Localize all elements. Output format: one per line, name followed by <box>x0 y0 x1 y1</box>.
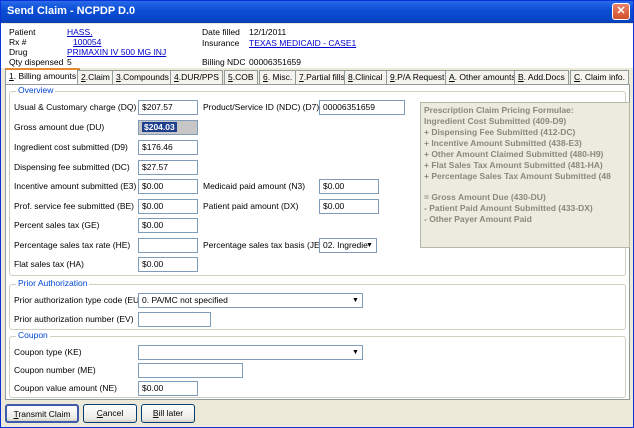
coupon-number-label: Coupon number (ME) <box>14 365 96 375</box>
tab-clinical[interactable]: 8.Clinical <box>344 70 387 85</box>
formula-line: Prescription Claim Pricing Formulae: <box>424 105 574 115</box>
qty-value: 5 <box>67 57 72 67</box>
date-filled-value: 12/1/2011 <box>249 27 287 37</box>
pa-number-label: Prior authorization number (EV) <box>14 314 134 324</box>
ndc-id-label: Product/Service ID (NDC) (D7) <box>203 102 320 112</box>
gross-amount-label: Gross amount due (DU) <box>14 122 105 132</box>
tab-misc[interactable]: 6. Misc. <box>259 70 297 85</box>
patient-paid-label: Patient paid amount (DX) <box>203 201 299 211</box>
chevron-down-icon: ▼ <box>352 297 359 304</box>
patient-paid-field[interactable]: $0.00 <box>319 199 379 214</box>
pct-sales-tax-label: Percent sales tax (GE) <box>14 220 100 230</box>
cancel-button[interactable]: Cancel <box>83 404 137 423</box>
coupon-value-label: Coupon value amount (NE) <box>14 383 118 393</box>
tab-compounds[interactable]: 3.Compounds <box>112 70 173 85</box>
coupon-type-label: Coupon type (KE) <box>14 347 82 357</box>
pa-type-label: Prior authorization type code (EU) <box>14 295 143 305</box>
prior-auth-group: Prior Authorization Prior authorization … <box>9 278 626 330</box>
ingredient-cost-field[interactable]: $176.46 <box>138 140 198 155</box>
overview-legend: Overview <box>16 85 56 95</box>
tax-basis-label: Percentage sales tax basis (JE) <box>203 240 323 250</box>
insurance-label: Insurance <box>202 38 240 48</box>
formula-line: + Percentage Sales Tax Amount Submitted … <box>424 171 611 181</box>
formula-line: Ingredient Cost Submitted (409-D9) <box>424 116 567 126</box>
gross-amount-field[interactable]: $204.03 <box>138 120 198 135</box>
formula-line: = Gross Amount Due (430-DU) <box>424 192 546 202</box>
formula-line: + Incentive Amount Submitted (438-E3) <box>424 138 582 148</box>
ndc-id-field[interactable]: 00006351659 <box>319 100 405 115</box>
overview-group: Overview Usual & Customary charge (DQ) $… <box>9 85 630 276</box>
formula-line: - Other Payer Amount Paid <box>424 214 532 224</box>
formula-line: - Patient Paid Amount Submitted (433-DX) <box>424 203 593 213</box>
prof-fee-label: Prof. service fee submitted (BE) <box>14 201 134 211</box>
formula-line <box>424 182 626 192</box>
pa-number-field[interactable] <box>138 312 211 327</box>
pct-tax-rate-label: Percentage sales tax rate (HE) <box>14 240 131 250</box>
tab-claim[interactable]: 2.Claim <box>77 70 114 85</box>
formula-line: + Flat Sales Tax Amount Submitted (481-H… <box>424 160 603 170</box>
close-icon: ✕ <box>616 5 626 17</box>
tab-pa-request[interactable]: 9.P/A Request <box>386 70 449 85</box>
prof-fee-field[interactable]: $0.00 <box>138 199 198 214</box>
pricing-formula-box: Prescription Claim Pricing Formulae: Ing… <box>420 102 630 248</box>
tab-cob[interactable]: 5.COB <box>224 70 258 85</box>
medicaid-paid-field[interactable]: $0.00 <box>319 179 379 194</box>
drug-link[interactable]: PRIMAXIN IV 500 MG INJ <box>67 47 166 57</box>
tab-billing-amounts[interactable]: 1. Billing amounts <box>5 68 81 85</box>
chevron-down-icon: ▼ <box>352 349 359 356</box>
rx-label: Rx # <box>9 37 27 47</box>
tab-claim-info[interactable]: C. Claim info. <box>570 70 630 85</box>
pct-sales-tax-field[interactable]: $0.00 <box>138 218 198 233</box>
close-button[interactable]: ✕ <box>612 3 630 20</box>
coupon-type-select[interactable]: ▼ <box>138 345 363 360</box>
formula-line: + Dispensing Fee Submitted (412-DC) <box>424 127 576 137</box>
coupon-group: Coupon Coupon type (KE) ▼ Coupon number … <box>9 330 626 398</box>
tab-other-amounts[interactable]: A. Other amounts <box>445 70 520 85</box>
send-claim-window: Send Claim - NCPDP D.0 ✕ Patient HASS, R… <box>0 0 634 428</box>
incentive-field[interactable]: $0.00 <box>138 179 198 194</box>
ucc-label: Usual & Customary charge (DQ) <box>14 102 137 112</box>
rx-link[interactable]: 100054 <box>73 37 101 47</box>
dispensing-fee-field[interactable]: $27.57 <box>138 160 198 175</box>
billing-ndc-label: Billing NDC <box>202 57 246 67</box>
tax-basis-select[interactable]: 02. Ingredie ▼ <box>319 238 377 253</box>
dispensing-fee-label: Dispensing fee submitted (DC) <box>14 162 130 172</box>
drug-label: Drug <box>9 47 28 57</box>
incentive-label: Incentive amount submitted (E3) <box>14 181 137 191</box>
title-bar: Send Claim - NCPDP D.0 ✕ <box>1 1 633 23</box>
tab-add-docs[interactable]: B. Add.Docs <box>514 70 569 85</box>
billing-ndc-value: 00006351659 <box>249 57 302 67</box>
coupon-value-field[interactable]: $0.00 <box>138 381 198 396</box>
pa-type-select[interactable]: 0. PA/MC not specified ▼ <box>138 293 363 308</box>
billing-amounts-panel: Overview Usual & Customary charge (DQ) $… <box>5 84 630 400</box>
claim-header: Patient HASS, Rx # 100054 Drug PRIMAXIN … <box>1 24 633 68</box>
pct-tax-rate-field[interactable] <box>138 238 198 253</box>
tab-partial-fills[interactable]: 7.Partial fills <box>295 70 349 85</box>
flat-tax-label: Flat sales tax (HA) <box>14 259 84 269</box>
medicaid-paid-label: Medicaid paid amount (N3) <box>203 181 306 191</box>
chevron-down-icon: ▼ <box>366 242 373 249</box>
patient-link[interactable]: HASS, <box>67 27 93 37</box>
coupon-number-field[interactable] <box>138 363 243 378</box>
qty-label: Qty dispensed <box>9 57 64 67</box>
patient-label: Patient <box>9 27 36 37</box>
date-filled-label: Date filled <box>202 27 240 37</box>
tab-dur-pps[interactable]: 4.DUR/PPS <box>170 70 223 85</box>
transmit-claim-button[interactable]: Transmit Claim <box>5 404 79 423</box>
ingredient-cost-label: Ingredient cost submitted (D9) <box>14 142 128 152</box>
bill-later-button[interactable]: Bill later <box>141 404 195 423</box>
flat-tax-field[interactable]: $0.00 <box>138 257 198 272</box>
insurance-link[interactable]: TEXAS MEDICAID - CASE1 <box>249 38 356 48</box>
window-title: Send Claim - NCPDP D.0 <box>7 5 136 17</box>
coupon-legend: Coupon <box>16 330 50 340</box>
formula-line: + Other Amount Claimed Submitted (480-H9… <box>424 149 604 159</box>
prior-auth-legend: Prior Authorization <box>16 278 90 288</box>
ucc-field[interactable]: $207.57 <box>138 100 198 115</box>
